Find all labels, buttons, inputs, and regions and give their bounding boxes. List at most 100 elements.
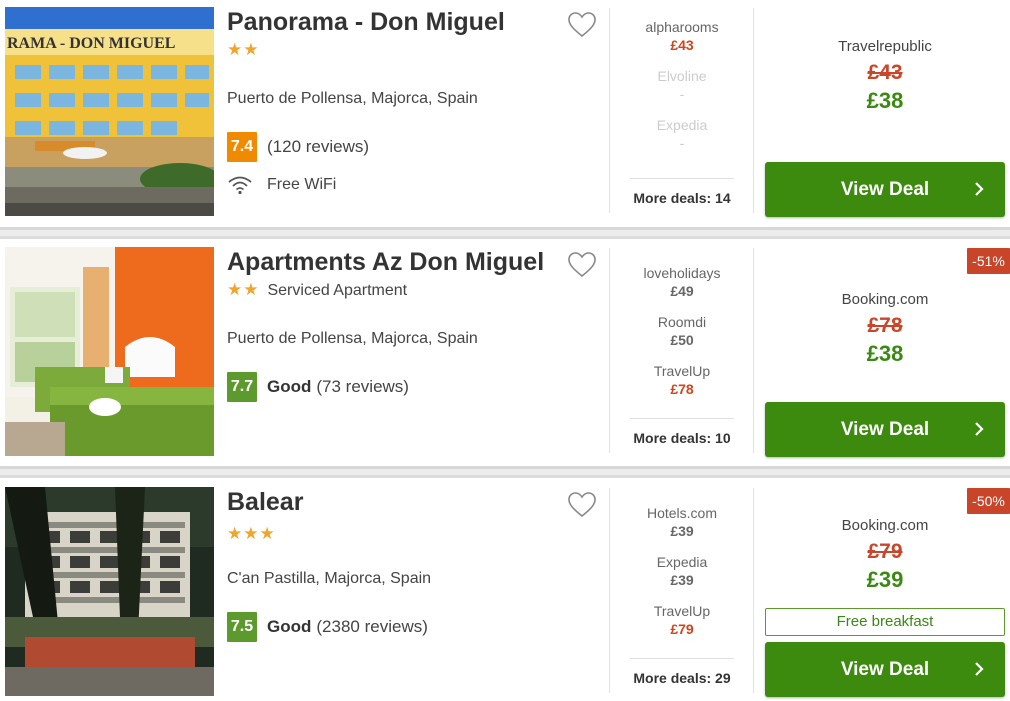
deal-price: £39 xyxy=(670,523,694,539)
hotel-name[interactable]: Apartments Az Don Miguel xyxy=(227,246,597,278)
best-deal: Booking.com £78 £38 xyxy=(765,291,1005,368)
view-deal-label: View Deal xyxy=(840,658,930,680)
card-separator xyxy=(0,466,1010,478)
column-divider xyxy=(609,8,610,213)
review-count: (73 reviews) xyxy=(316,377,409,396)
column-divider xyxy=(609,488,610,693)
discount-badge: -50% xyxy=(967,488,1010,514)
rating-score: 7.7 xyxy=(227,372,257,402)
rating-word: Good xyxy=(267,377,312,396)
favorite-heart-icon[interactable] xyxy=(568,252,596,278)
deal-price: £79 xyxy=(670,621,694,637)
hotel-info: Apartments Az Don Miguel ★★ Serviced Apar… xyxy=(227,246,597,402)
deal-item[interactable]: loveholidays £49 xyxy=(624,264,740,313)
original-price: £78 xyxy=(867,314,903,337)
view-deal-label: View Deal xyxy=(840,178,930,200)
column-divider xyxy=(609,248,610,453)
property-type: Serviced Apartment xyxy=(267,282,408,299)
amenity-wifi: Free WiFi xyxy=(227,175,336,195)
more-deals-link[interactable]: More deals: 29 xyxy=(630,658,734,686)
hotel-card: Apartments Az Don Miguel ★★ Serviced Apar… xyxy=(0,240,1010,460)
hotel-info: Balear ★★★ C'an Pastilla, Majorca, Spain… xyxy=(227,486,597,642)
chevron-right-icon xyxy=(975,422,984,436)
deal-price: £50 xyxy=(670,332,694,348)
hotel-photo[interactable] xyxy=(5,487,214,696)
star-rating: ★★★ xyxy=(227,524,597,546)
wifi-icon xyxy=(228,176,252,195)
chevron-right-icon xyxy=(975,662,984,676)
free-breakfast-badge: Free breakfast xyxy=(765,608,1005,636)
deal-price: £43 xyxy=(670,37,694,53)
hotel-card: RAMA - DON MIGUEL Panorama - Don Miguel … xyxy=(0,0,1010,220)
hotel-info: Panorama - Don Miguel ★★ Puerto de Polle… xyxy=(227,6,597,195)
stars-icon: ★★★ xyxy=(227,524,276,543)
best-deal: Booking.com £79 £39 xyxy=(765,517,1005,594)
column-divider xyxy=(753,488,754,693)
other-deals-list: Hotels.com £39 Expedia £39 TravelUp £79 xyxy=(624,504,740,651)
favorite-heart-icon[interactable] xyxy=(568,12,596,38)
star-rating: ★★ xyxy=(227,40,597,62)
star-rating: ★★ Serviced Apartment xyxy=(227,280,597,302)
review-rating[interactable]: 7.5 Good (2380 reviews) xyxy=(227,612,428,642)
column-divider xyxy=(753,248,754,453)
deal-price: £49 xyxy=(670,283,694,299)
more-deals-link[interactable]: More deals: 10 xyxy=(630,418,734,446)
best-deal-provider: Travelrepublic xyxy=(838,38,932,55)
deal-price: - xyxy=(679,135,685,151)
original-price: £79 xyxy=(867,540,903,563)
favorite-heart-icon[interactable] xyxy=(568,492,596,518)
deal-item[interactable]: TravelUp £79 xyxy=(624,602,740,651)
stars-icon: ★★ xyxy=(227,40,260,59)
rating-score: 7.5 xyxy=(227,612,257,642)
discount-badge: -51% xyxy=(967,248,1010,274)
chevron-right-icon xyxy=(975,182,984,196)
hotel-name[interactable]: Balear xyxy=(227,486,597,518)
more-deals-link[interactable]: More deals: 14 xyxy=(630,178,734,206)
deal-item: Elvoline - xyxy=(624,67,740,116)
deal-item[interactable]: Expedia £39 xyxy=(624,553,740,602)
deal-provider: Hotels.com xyxy=(646,505,718,521)
card-separator xyxy=(0,227,1010,239)
best-deal: Travelrepublic £43 £38 xyxy=(765,38,1005,115)
deal-provider: Expedia xyxy=(656,554,708,570)
other-deals-list: alpharooms £43 Elvoline - Expedia - xyxy=(624,18,740,165)
rating-score: 7.4 xyxy=(227,132,257,162)
deal-provider: Elvoline xyxy=(657,68,707,84)
deal-provider: Expedia xyxy=(656,117,708,133)
rating-word: Good xyxy=(267,617,312,636)
deal-price: £78 xyxy=(670,381,694,397)
deal-provider: TravelUp xyxy=(653,363,711,379)
best-deal-provider: Booking.com xyxy=(841,291,929,308)
hotel-card: Balear ★★★ C'an Pastilla, Majorca, Spain… xyxy=(0,480,1010,700)
deal-price: - xyxy=(679,86,685,102)
amenity-label: Free WiFi xyxy=(267,176,337,193)
other-deals-list: loveholidays £49 Roomdi £50 TravelUp £78 xyxy=(624,264,740,411)
view-deal-button[interactable]: View Deal xyxy=(765,642,1005,697)
hotel-name[interactable]: Panorama - Don Miguel xyxy=(227,6,597,38)
review-rating[interactable]: 7.4 (120 reviews) xyxy=(227,132,369,162)
deal-price-main: £38 xyxy=(866,341,904,366)
original-price: £43 xyxy=(867,61,903,84)
hotel-location: Puerto de Pollensa, Majorca, Spain xyxy=(227,330,478,347)
deal-price-main: £39 xyxy=(866,567,904,592)
column-divider xyxy=(753,8,754,213)
deal-item[interactable]: Roomdi £50 xyxy=(624,313,740,362)
hotel-photo[interactable]: RAMA - DON MIGUEL xyxy=(5,7,214,216)
review-rating[interactable]: 7.7 Good (73 reviews) xyxy=(227,372,409,402)
deal-item[interactable]: TravelUp £78 xyxy=(624,362,740,411)
deal-provider: alpharooms xyxy=(645,19,719,35)
view-deal-button[interactable]: View Deal xyxy=(765,162,1005,217)
deal-provider: TravelUp xyxy=(653,603,711,619)
hotel-location: C'an Pastilla, Majorca, Spain xyxy=(227,570,432,587)
review-count: (2380 reviews) xyxy=(316,617,428,636)
review-count: (120 reviews) xyxy=(267,137,370,156)
view-deal-label: View Deal xyxy=(840,418,930,440)
deal-price-main: £38 xyxy=(866,88,904,113)
sign-text: RAMA - DON MIGUEL xyxy=(7,35,175,52)
deal-item[interactable]: alpharooms £43 xyxy=(624,18,740,67)
deal-item[interactable]: Hotels.com £39 xyxy=(624,504,740,553)
best-deal-provider: Booking.com xyxy=(841,517,929,534)
view-deal-button[interactable]: View Deal xyxy=(765,402,1005,457)
stars-icon: ★★ xyxy=(227,280,260,299)
hotel-photo[interactable] xyxy=(5,247,214,456)
